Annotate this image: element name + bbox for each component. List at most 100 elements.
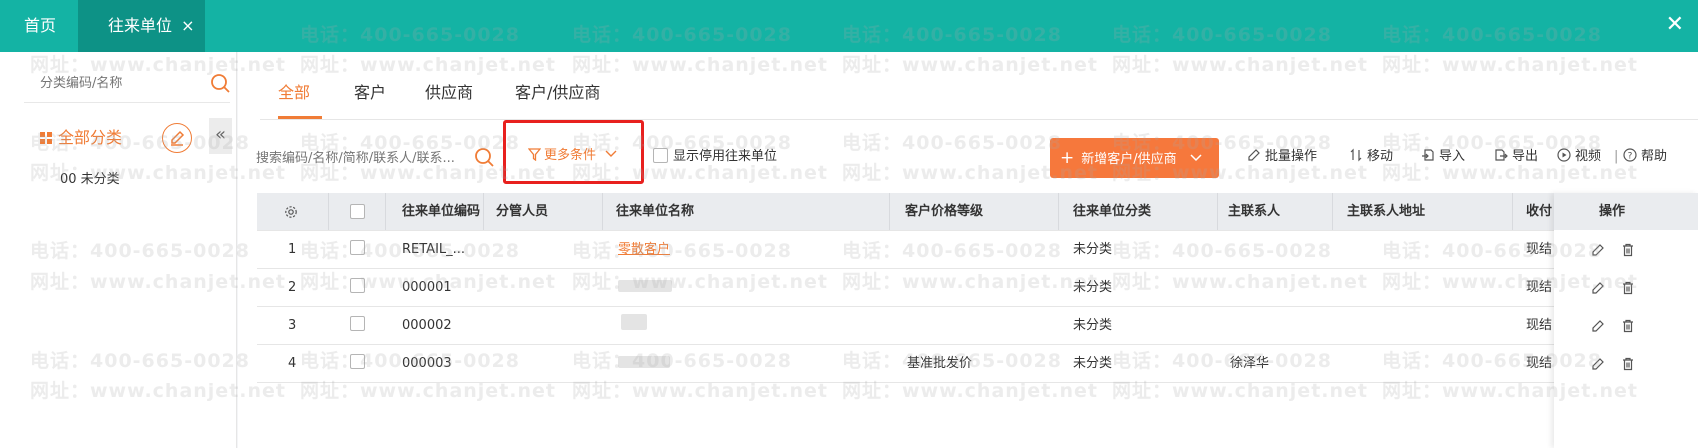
export-button[interactable]: 导出 (1494, 147, 1538, 167)
category-panel (0, 52, 237, 448)
column-header-address[interactable]: 主联系人地址 (1347, 193, 1425, 230)
column-header-code[interactable]: 往来单位编码 (402, 193, 482, 230)
row-index: 4 (288, 356, 297, 371)
row-index: 2 (288, 280, 297, 295)
export-icon (1495, 149, 1508, 161)
add-partner-button[interactable]: + 新增客户/供应商 (1050, 138, 1219, 178)
column-separator (328, 193, 329, 230)
trash-icon[interactable] (1621, 243, 1635, 257)
column-header-contact[interactable]: 主联系人 (1228, 193, 1280, 230)
row-checkbox[interactable] (350, 354, 365, 369)
divider (24, 102, 230, 103)
svg-text:?: ? (1628, 152, 1633, 162)
subtab-customer-supplier[interactable]: 客户/供应商 (515, 80, 600, 106)
divider (260, 119, 1698, 120)
trash-icon[interactable] (1621, 319, 1635, 333)
row-checkbox[interactable] (350, 240, 365, 255)
help-button[interactable]: ? 帮助 (1623, 147, 1667, 167)
search-icon[interactable] (209, 72, 231, 94)
row-divider (257, 382, 1698, 383)
cell-name-link[interactable]: 零散客户 (618, 231, 670, 269)
column-separator (1058, 193, 1059, 230)
column-header-category[interactable]: 往来单位分类 (1073, 193, 1151, 230)
subtab-all[interactable]: 全部 (278, 80, 310, 106)
cell-code: RETAIL_... (402, 242, 466, 257)
row-divider (257, 306, 1698, 307)
redacted-name (618, 280, 672, 292)
category-all[interactable]: 全部分类 (40, 126, 122, 150)
row-checkbox[interactable] (350, 278, 365, 293)
filter-icon (527, 148, 542, 162)
more-filter-button[interactable]: 更多条件 (527, 145, 618, 167)
sort-arrows-icon (1350, 148, 1362, 162)
show-disabled-checkbox[interactable] (653, 148, 668, 163)
category-search-input[interactable] (40, 72, 190, 94)
column-header-name[interactable]: 往来单位名称 (616, 193, 694, 230)
row-checkbox[interactable] (350, 316, 365, 331)
redacted-name (621, 314, 647, 330)
help-label: 帮助 (1641, 149, 1668, 164)
add-partner-label: 新增客户/供应商 (1081, 152, 1177, 167)
more-filter-label: 更多条件 (544, 148, 597, 163)
show-disabled-label: 显示停用往来单位 (673, 149, 778, 164)
category-all-label: 全部分类 (58, 128, 123, 147)
subtab-supplier[interactable]: 供应商 (425, 80, 473, 106)
trash-icon[interactable] (1621, 357, 1635, 371)
category-item[interactable]: 00 未分类 (60, 168, 120, 187)
row-index: 1 (288, 242, 297, 257)
move-button[interactable]: 移动 (1349, 147, 1393, 167)
plus-icon: + (1060, 148, 1075, 168)
tab-partners[interactable]: 往来单位 × (78, 0, 205, 52)
trash-icon[interactable] (1621, 281, 1635, 295)
edit-icon (1248, 149, 1260, 161)
batch-operation-button[interactable]: 批量操作 (1247, 147, 1317, 167)
import-icon (1422, 149, 1434, 161)
import-label: 导入 (1439, 149, 1466, 164)
edit-icon[interactable] (1591, 319, 1605, 333)
edit-icon[interactable] (1591, 357, 1605, 371)
column-header-price-level[interactable]: 客户价格等级 (905, 193, 983, 230)
column-separator (483, 193, 484, 230)
gear-icon[interactable] (284, 205, 298, 219)
cell-code: 000001 (402, 280, 452, 295)
column-header-operations: 操作 (1599, 204, 1626, 219)
search-icon[interactable] (473, 146, 495, 168)
partner-search-input[interactable] (256, 147, 469, 169)
cell-payment: 现结 (1526, 318, 1553, 333)
video-button[interactable]: 视频 (1557, 147, 1601, 167)
column-header-payment[interactable]: 收付 (1526, 193, 1556, 230)
column-separator (1512, 193, 1513, 230)
cell-category: 未分类 (1073, 280, 1113, 295)
edit-category-button[interactable] (162, 123, 192, 153)
edit-icon[interactable] (1591, 281, 1605, 295)
select-all-checkbox[interactable] (350, 204, 365, 219)
edit-icon (171, 130, 185, 146)
grid-icon (40, 132, 52, 144)
cell-category: 未分类 (1073, 318, 1113, 333)
column-header-manager[interactable]: 分管人员 (496, 193, 548, 230)
subtab-customer[interactable]: 客户 (354, 80, 386, 106)
window-close-icon[interactable]: ✕ (1666, 0, 1684, 52)
cell-name-link[interactable] (618, 345, 670, 383)
tab-close-icon[interactable]: × (181, 16, 194, 35)
chevron-down-icon (1190, 154, 1202, 162)
cell-payment: 现结 (1526, 280, 1553, 295)
edit-icon[interactable] (1591, 243, 1605, 257)
tab-home[interactable]: 首页 (24, 0, 56, 52)
cell-name[interactable] (621, 307, 647, 345)
cell-category: 未分类 (1073, 356, 1113, 371)
export-label: 导出 (1512, 149, 1539, 164)
batch-operation-label: 批量操作 (1265, 149, 1318, 164)
show-disabled-toggle[interactable]: 显示停用往来单位 (653, 147, 777, 167)
play-icon (1557, 148, 1571, 162)
import-button[interactable]: 导入 (1421, 147, 1465, 167)
operations-column: 操作 (1554, 193, 1698, 448)
top-tab-bar: 首页 往来单位 × ✕ (0, 0, 1698, 52)
cell-name-link[interactable] (618, 269, 672, 307)
cell-payment: 现结 (1526, 242, 1553, 257)
video-label: 视频 (1575, 149, 1602, 164)
collapse-panel-button[interactable]: « (209, 118, 232, 154)
cell-code: 000003 (402, 356, 452, 371)
move-label: 移动 (1367, 149, 1394, 164)
column-separator (889, 193, 890, 230)
